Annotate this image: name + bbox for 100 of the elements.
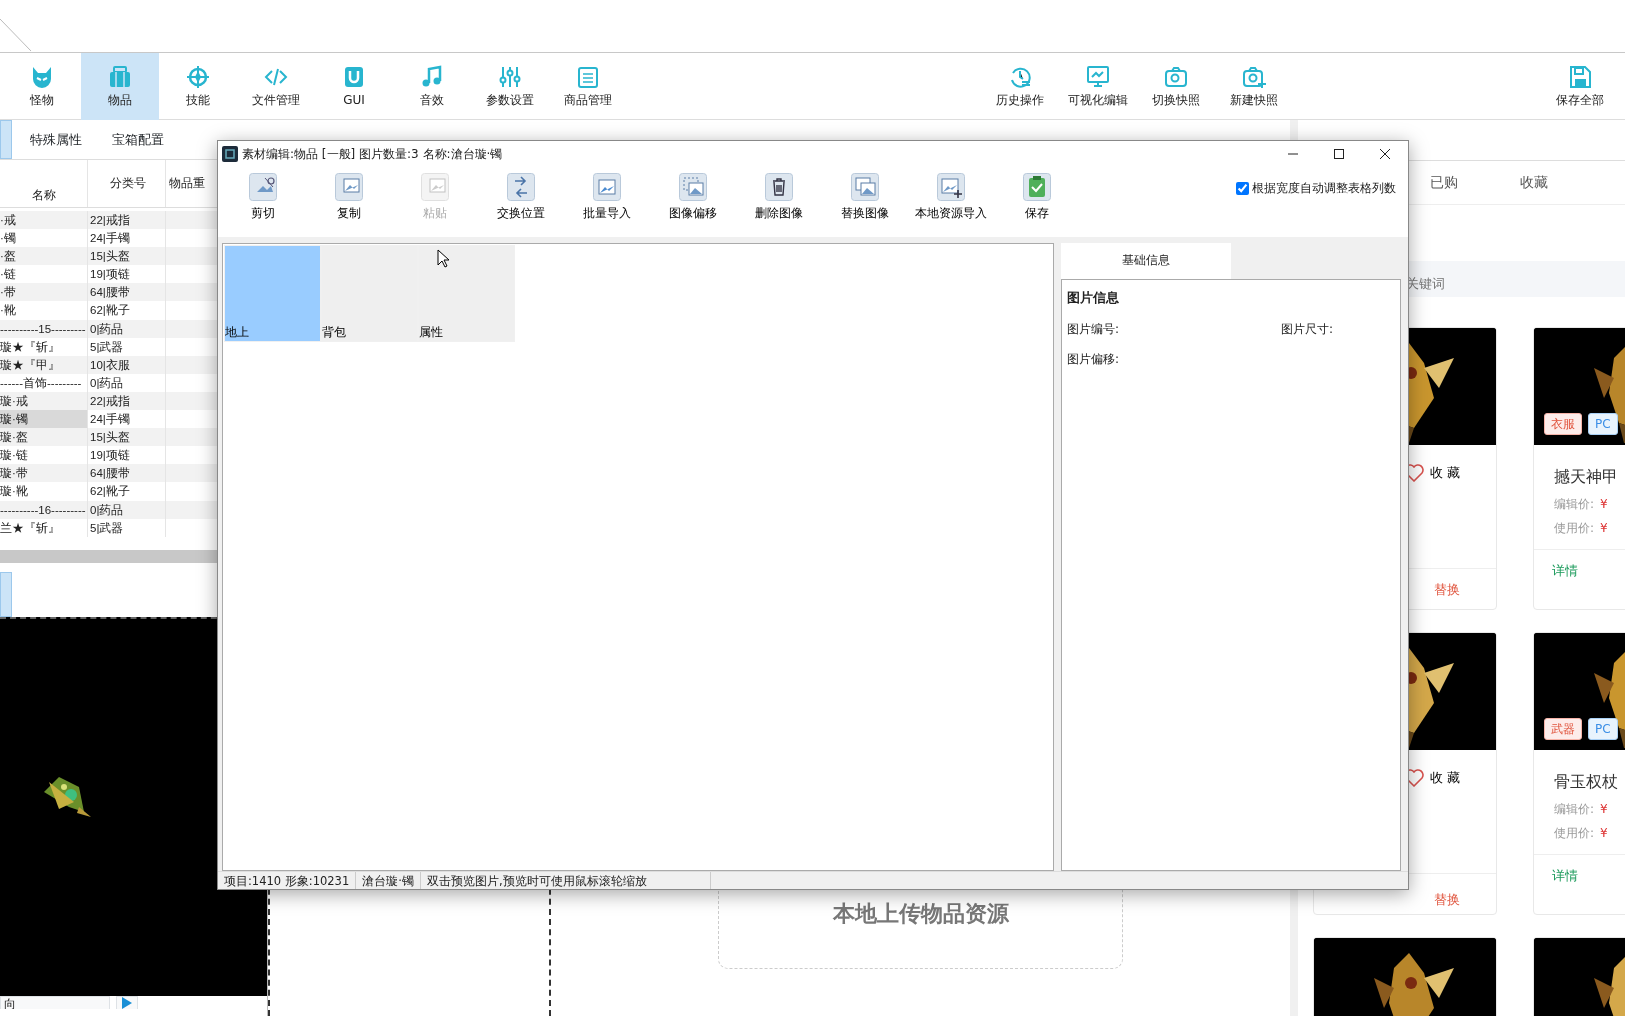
- toolbar-button[interactable]: 切换快照: [1137, 53, 1215, 120]
- image-plus-icon: [937, 173, 965, 201]
- image-scissors-icon: [249, 173, 277, 201]
- table-cell: 64|腰带: [88, 283, 166, 302]
- price-value: ¥: [1600, 825, 1608, 842]
- tab[interactable]: 已购: [1430, 172, 1458, 193]
- table-cell: ·戒: [0, 211, 88, 230]
- toolbar-button[interactable]: 物品: [81, 53, 159, 120]
- toolbar-button[interactable]: 新建快照: [1215, 53, 1293, 120]
- table-cell: ----------15---------: [0, 319, 88, 338]
- status-text: 滄台璇·镯: [356, 872, 421, 889]
- checkbox-label[interactable]: 根据宽度自动调整表格列数: [1252, 179, 1396, 197]
- tool-button[interactable]: 图像偏移: [650, 167, 736, 222]
- price-value: ¥: [1600, 496, 1608, 513]
- price-label: 使用价:: [1554, 520, 1595, 537]
- table-cell: 璇·盔: [0, 428, 88, 447]
- column-header[interactable]: 名称: [0, 160, 88, 207]
- swap-icon: [507, 173, 535, 201]
- table-cell: ·盔: [0, 247, 88, 266]
- tool-button[interactable]: 复制: [306, 167, 392, 222]
- tag: PC: [1588, 413, 1618, 435]
- toolbar-button[interactable]: 技能: [159, 53, 237, 120]
- tab[interactable]: 宝箱配置: [100, 120, 176, 159]
- status-text: 双击预览图片,预览时可使用鼠标滚轮缩放: [420, 872, 711, 889]
- image-offset-icon: [679, 173, 707, 201]
- toolbar-button[interactable]: GUI: [315, 53, 393, 120]
- card-link[interactable]: 替换: [1416, 890, 1496, 910]
- table-cell: 0|药品: [88, 500, 166, 519]
- toolbar-button[interactable]: 可视化编辑: [1059, 53, 1137, 120]
- toolbar-button[interactable]: 历史操作: [981, 53, 1059, 120]
- table-cell: 15|头盔: [88, 247, 166, 266]
- toolbar-button[interactable]: 参数设置: [471, 53, 549, 120]
- cabinet-icon: [576, 64, 600, 89]
- table-cell: 璇★『斩』: [0, 337, 88, 356]
- image-tile[interactable]: 属性: [418, 245, 515, 342]
- image-tile[interactable]: 地上: [224, 245, 321, 342]
- music-icon: [420, 64, 444, 89]
- table-cell: 璇·镯: [0, 410, 88, 429]
- toolbar-button[interactable]: 文件管理: [237, 53, 315, 120]
- tab[interactable]: 收藏: [1520, 172, 1548, 193]
- compass-icon: [186, 64, 210, 89]
- price-value: ¥: [1600, 801, 1608, 818]
- image-icon: [335, 173, 363, 201]
- table-cell: 璇·带: [0, 464, 88, 483]
- tool-button[interactable]: 保存: [994, 167, 1080, 222]
- tag: 衣服: [1544, 413, 1582, 435]
- tab[interactable]: 特殊属性: [18, 120, 94, 159]
- close-icon: [1379, 148, 1391, 160]
- camera-icon: [1164, 64, 1188, 89]
- card-link[interactable]: 详情: [1534, 866, 1596, 886]
- play-icon: [122, 996, 132, 1009]
- tag: PC: [1588, 718, 1618, 740]
- price-label: 编辑价:: [1554, 801, 1595, 818]
- field-label: 图片偏移:: [1067, 350, 1121, 368]
- table-cell: 22|戒指: [88, 211, 166, 230]
- sliders-icon: [498, 64, 522, 89]
- image-tile[interactable]: 背包: [321, 245, 418, 342]
- table-cell: 5|武器: [88, 518, 166, 537]
- table-cell: 62|靴子: [88, 482, 166, 501]
- table-cell: 10|衣服: [88, 355, 166, 374]
- card-link[interactable]: 替换: [1416, 580, 1496, 600]
- camera-plus-icon: [1242, 64, 1266, 89]
- clipboard-check-icon: [1023, 173, 1051, 201]
- table-cell: ------首饰---------: [0, 373, 88, 392]
- tab-outline: [0, 19, 32, 52]
- table-cell: 兰★『斩』: [0, 518, 88, 537]
- tool-button[interactable]: 交换位置: [478, 167, 564, 222]
- toolbar-button[interactable]: 怪物: [3, 53, 81, 120]
- table-cell: 璇·靴: [0, 482, 88, 501]
- table-cell: 5|武器: [88, 337, 166, 356]
- tool-button[interactable]: 批量导入: [564, 167, 650, 222]
- tag: 武器: [1544, 718, 1582, 740]
- table-cell: 15|头盔: [88, 428, 166, 447]
- table-cell: ·靴: [0, 301, 88, 320]
- save-all-button[interactable]: 保存全部: [1541, 53, 1619, 120]
- table-cell: 0|药品: [88, 373, 166, 392]
- pointer-icon: [437, 249, 449, 268]
- tab-stub[interactable]: [0, 120, 12, 159]
- tool-button[interactable]: 本地资源导入: [908, 167, 994, 222]
- column-header[interactable]: 分类号: [88, 160, 166, 207]
- maximize-icon: [1333, 148, 1345, 160]
- image-icon: [593, 173, 621, 201]
- column-header[interactable]: 物品重: [166, 160, 205, 207]
- tool-button[interactable]: 删除图像: [736, 167, 822, 222]
- tool-button[interactable]: 替换图像: [822, 167, 908, 222]
- card-link[interactable]: 详情: [1534, 561, 1596, 581]
- table-cell: 0|药品: [88, 319, 166, 338]
- price-label: 编辑价:: [1554, 496, 1595, 513]
- table-cell: 璇★『甲』: [0, 355, 88, 374]
- app-icon: [222, 146, 238, 162]
- table-cell: ·带: [0, 283, 88, 302]
- tool-button[interactable]: 剪切: [220, 167, 306, 222]
- tab[interactable]: 基础信息: [1061, 243, 1231, 279]
- checkbox[interactable]: [1236, 181, 1249, 195]
- tab-stub[interactable]: [0, 571, 12, 617]
- toolbar-button[interactable]: 音效: [393, 53, 471, 120]
- image-icon: [421, 173, 449, 201]
- status-text: 项目:1410 形象:10231: [218, 872, 357, 889]
- upload-label: 本地上传物品资源: [832, 901, 1009, 926]
- toolbar-button[interactable]: 商品管理: [549, 53, 627, 120]
